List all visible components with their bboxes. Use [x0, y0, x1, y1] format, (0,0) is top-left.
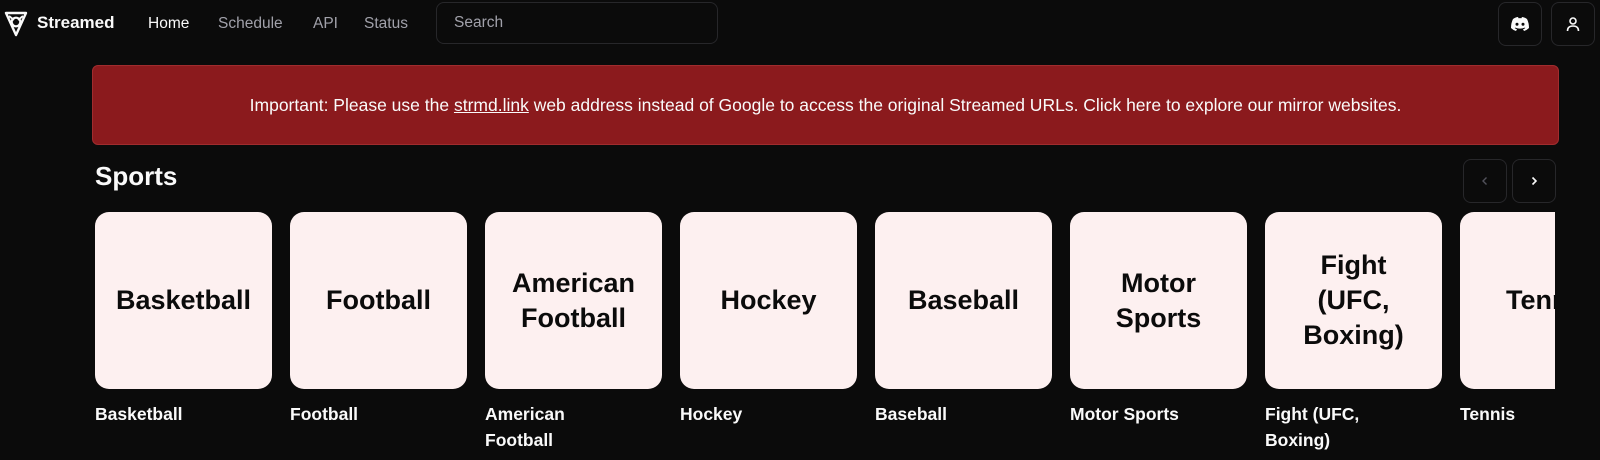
sport-card-basketball[interactable]: Basketball Basketball	[95, 212, 272, 427]
sport-label[interactable]: Tennis	[1460, 401, 1555, 427]
account-button[interactable]	[1551, 2, 1595, 46]
sport-label[interactable]: American Football	[485, 401, 605, 453]
sport-label[interactable]: Basketball	[95, 401, 215, 427]
mirror-notice-banner[interactable]: Important: Please use the strmd.link web…	[92, 65, 1559, 145]
discord-button[interactable]	[1498, 2, 1542, 46]
discord-icon	[1511, 17, 1529, 31]
top-navbar: Streamed Home Schedule API Status	[0, 0, 1600, 48]
chevron-right-icon	[1531, 176, 1538, 186]
search-input[interactable]	[436, 2, 718, 44]
banner-text-prefix: Important: Please use the	[249, 94, 454, 115]
nav-schedule[interactable]: Schedule	[218, 15, 283, 33]
strmd-link[interactable]: strmd.link	[454, 95, 529, 116]
sport-card-motor-sports[interactable]: Motor Sports Motor Sports	[1070, 212, 1247, 427]
sport-label[interactable]: Motor Sports	[1070, 401, 1230, 427]
sport-label[interactable]: Fight (UFC, Boxing)	[1265, 401, 1385, 453]
sport-tile[interactable]: American Football	[485, 212, 662, 389]
sport-label[interactable]: Baseball	[875, 401, 995, 427]
brand-name[interactable]: Streamed	[37, 13, 114, 33]
section-title-sports: Sports	[95, 161, 178, 191]
sport-label[interactable]: Hockey	[680, 401, 800, 427]
nav-home[interactable]: Home	[148, 15, 189, 33]
streamed-logo-icon[interactable]	[4, 11, 28, 37]
carousel-next-button[interactable]	[1512, 159, 1556, 203]
sport-card-football[interactable]: Football Football	[290, 212, 467, 427]
carousel-prev-button[interactable]	[1463, 159, 1507, 203]
sport-card-hockey[interactable]: Hockey Hockey	[680, 212, 857, 427]
sport-tile[interactable]: Hockey	[680, 212, 857, 389]
sport-tile[interactable]: Football	[290, 212, 467, 389]
sport-tile[interactable]: Tennis	[1460, 212, 1555, 389]
nav-api[interactable]: API	[313, 15, 338, 33]
sport-label[interactable]: Football	[290, 401, 410, 427]
sport-tile[interactable]: Motor Sports	[1070, 212, 1247, 389]
nav-status[interactable]: Status	[364, 15, 408, 33]
sport-tile[interactable]: Fight (UFC, Boxing)	[1265, 212, 1442, 389]
sports-carousel: Basketball Basketball Football Football …	[95, 212, 1555, 460]
sport-card-fight[interactable]: Fight (UFC, Boxing) Fight (UFC, Boxing)	[1265, 212, 1442, 453]
banner-text-suffix: web address instead of Google to access …	[528, 94, 1402, 115]
sport-card-tennis[interactable]: Tennis Tennis	[1460, 212, 1555, 427]
sport-tile[interactable]: Baseball	[875, 212, 1052, 389]
sport-card-american-football[interactable]: American Football American Football	[485, 212, 662, 453]
sport-tile[interactable]: Basketball	[95, 212, 272, 389]
sport-card-baseball[interactable]: Baseball Baseball	[875, 212, 1052, 427]
chevron-left-icon	[1482, 177, 1487, 185]
user-icon	[1566, 17, 1580, 32]
